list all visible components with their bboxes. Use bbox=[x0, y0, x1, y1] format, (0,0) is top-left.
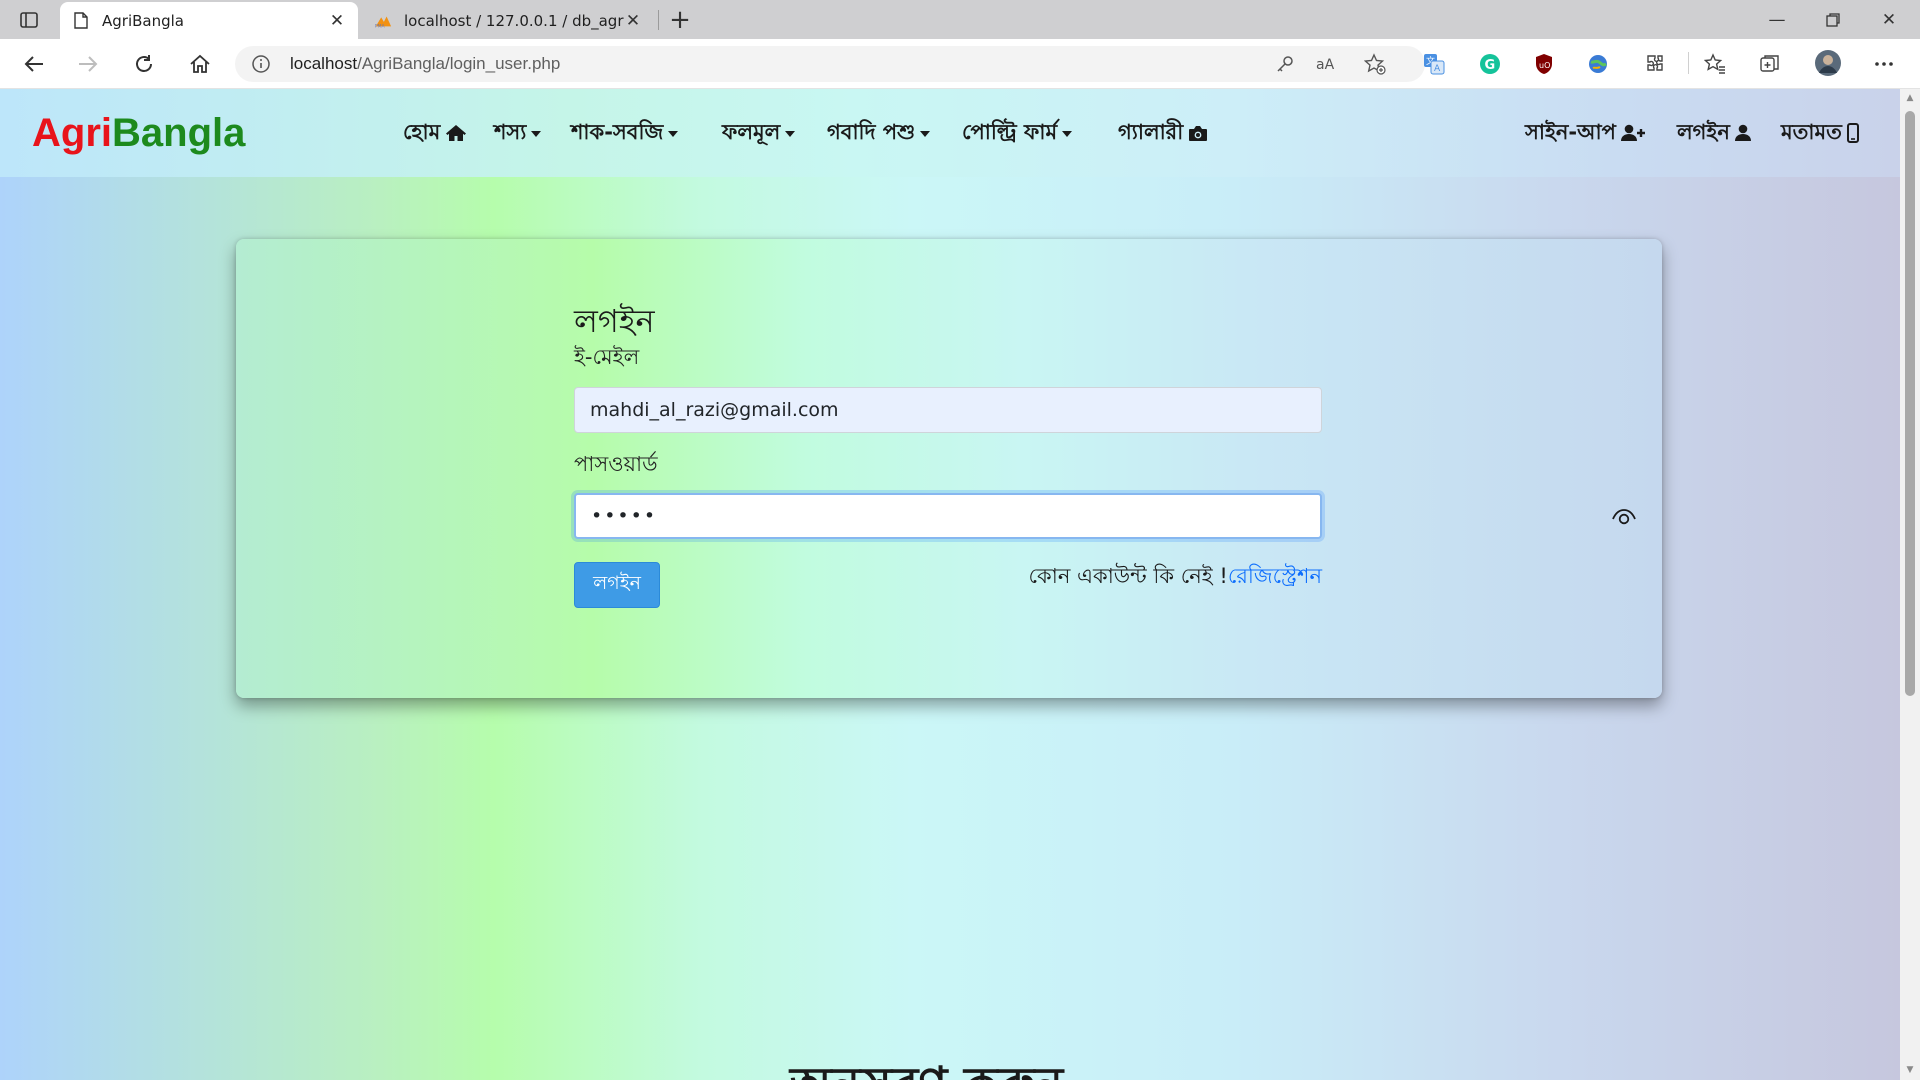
login-card: লগইন ই-মেইল mahdi_al_razi@gmail.com পাসও… bbox=[236, 239, 1662, 698]
svg-text:aA: aA bbox=[1316, 57, 1335, 73]
grammarly-icon[interactable]: G bbox=[1478, 52, 1502, 76]
password-value: ••••• bbox=[591, 505, 658, 527]
chevron-down-icon bbox=[920, 131, 931, 137]
translator-extension-icon[interactable]: 文A bbox=[1422, 52, 1446, 76]
email-value: mahdi_al_razi@gmail.com bbox=[590, 399, 839, 421]
restore-icon[interactable] bbox=[1806, 0, 1860, 39]
browser-tab-agribangla[interactable]: AgriBangla ✕ bbox=[60, 2, 358, 39]
nav-fruits[interactable]: ফলমূল bbox=[722, 117, 796, 149]
page-scrollbar[interactable]: ▲ ▼ bbox=[1900, 89, 1920, 1080]
close-tab-icon[interactable]: ✕ bbox=[328, 11, 346, 31]
login-submit-button[interactable]: লগইন bbox=[574, 562, 660, 608]
nav-feedback-label: মতামত bbox=[1781, 119, 1842, 144]
nav-poultry[interactable]: পোল্ট্রি ফার্ম bbox=[962, 117, 1073, 149]
chevron-down-icon bbox=[785, 131, 796, 137]
read-aloud-icon[interactable]: aA bbox=[1315, 52, 1339, 76]
close-tab-icon[interactable]: ✕ bbox=[624, 11, 642, 31]
eye-icon[interactable] bbox=[1611, 507, 1637, 527]
nav-login[interactable]: লগইন bbox=[1677, 117, 1751, 149]
svg-text:A: A bbox=[1434, 64, 1441, 74]
add-favorite-icon[interactable] bbox=[1363, 52, 1387, 76]
nav-vegetables[interactable]: শাক-সবজি bbox=[571, 117, 679, 149]
close-window-icon[interactable]: ✕ bbox=[1862, 0, 1916, 39]
browser-tab-phpmyadmin[interactable]: PMA localhost / 127.0.0.1 / db_agribar ✕ bbox=[362, 2, 654, 39]
phpmyadmin-icon: PMA bbox=[374, 12, 392, 30]
address-bar[interactable]: localhost/AgriBangla/login_user.php aA bbox=[235, 46, 1425, 82]
nav-gallery-label: গ্যালারী bbox=[1118, 119, 1184, 144]
tab-title: AgriBangla bbox=[102, 11, 184, 30]
home-icon bbox=[445, 124, 467, 142]
camera-icon bbox=[1188, 125, 1208, 142]
browser-tab-bar: AgriBangla ✕ PMA localhost / 127.0.0.1 /… bbox=[0, 0, 1920, 39]
svg-text:uO: uO bbox=[1539, 61, 1550, 70]
follow-us-heading: অনুসরণ করুন bbox=[790, 1049, 1063, 1080]
refresh-icon[interactable] bbox=[128, 48, 160, 80]
email-label: ই-মেইল bbox=[574, 345, 640, 369]
nav-vegetables-label: শাক-সবজি bbox=[571, 119, 664, 144]
scroll-up-icon[interactable]: ▲ bbox=[1905, 93, 1915, 103]
back-icon[interactable] bbox=[18, 48, 50, 80]
nav-signup[interactable]: সাইন-আপ bbox=[1525, 117, 1647, 149]
nav-signup-label: সাইন-আপ bbox=[1525, 119, 1616, 144]
chevron-down-icon bbox=[668, 131, 679, 137]
chevron-down-icon bbox=[1062, 131, 1073, 137]
site-navbar: AgriBangla হোম শস্য শাক-সবজি ফলমূল গবাদি… bbox=[0, 89, 1900, 177]
nav-crops-label: শস্য bbox=[494, 119, 527, 144]
nav-poultry-label: পোল্ট্রি ফার্ম bbox=[962, 119, 1058, 144]
nav-livestock[interactable]: গবাদি পশু bbox=[827, 117, 931, 149]
register-prompt: কোন একাউন্ট কি নেই !রেজিস্ট্রেশন bbox=[1029, 560, 1322, 595]
favorites-icon[interactable] bbox=[1703, 52, 1727, 76]
svg-text:PMA: PMA bbox=[375, 23, 386, 29]
nav-livestock-label: গবাদি পশু bbox=[827, 119, 916, 144]
tab-actions-icon[interactable] bbox=[16, 8, 42, 32]
nav-fruits-label: ফলমূল bbox=[722, 119, 781, 144]
page-viewport: AgriBangla হোম শস্য শাক-সবজি ফলমূল গবাদি… bbox=[0, 89, 1900, 1080]
password-field[interactable]: ••••• bbox=[574, 493, 1636, 539]
no-account-text: কোন একাউন্ট কি নেই ! bbox=[1028, 564, 1228, 588]
nav-gallery[interactable]: গ্যালারী bbox=[1118, 117, 1208, 149]
email-field[interactable]: mahdi_al_razi@gmail.com bbox=[574, 387, 1322, 433]
home-browser-icon[interactable] bbox=[184, 48, 216, 80]
profile-avatar[interactable] bbox=[1814, 49, 1842, 77]
new-tab-icon[interactable]: + bbox=[666, 5, 694, 35]
globe-extension-icon[interactable] bbox=[1586, 52, 1610, 76]
scroll-down-icon[interactable]: ▼ bbox=[1905, 1065, 1915, 1075]
more-options-icon[interactable] bbox=[1872, 52, 1896, 76]
user-icon bbox=[1734, 124, 1751, 142]
chevron-down-icon bbox=[531, 131, 542, 137]
mobile-icon bbox=[1846, 123, 1859, 143]
url-text[interactable]: localhost/AgriBangla/login_user.php bbox=[290, 54, 560, 74]
brand-logo[interactable]: AgriBangla bbox=[32, 111, 245, 156]
page-icon bbox=[72, 12, 90, 30]
toolbar-divider bbox=[1688, 52, 1689, 74]
nav-login-label: লগইন bbox=[1677, 119, 1730, 144]
info-icon[interactable] bbox=[251, 54, 271, 74]
nav-feedback[interactable]: মতামত bbox=[1781, 117, 1859, 149]
minimize-icon[interactable]: — bbox=[1750, 0, 1804, 39]
scrollbar-thumb[interactable] bbox=[1905, 111, 1915, 696]
tab-divider bbox=[658, 10, 659, 30]
nav-home-label: হোম bbox=[403, 119, 441, 144]
user-plus-icon bbox=[1620, 124, 1647, 142]
key-icon[interactable] bbox=[1273, 52, 1297, 76]
svg-text:G: G bbox=[1485, 58, 1496, 73]
nav-crops[interactable]: শস্য bbox=[494, 117, 542, 149]
extensions-icon[interactable] bbox=[1642, 52, 1666, 76]
register-link[interactable]: রেজিস্ট্রেশন bbox=[1228, 564, 1322, 588]
password-label: পাসওয়ার্ড bbox=[574, 452, 658, 476]
collections-icon[interactable] bbox=[1758, 52, 1782, 76]
tab-title: localhost / 127.0.0.1 / db_agribar bbox=[404, 11, 624, 30]
browser-toolbar: localhost/AgriBangla/login_user.php aA 文… bbox=[0, 39, 1920, 89]
forward-icon[interactable] bbox=[72, 48, 104, 80]
ublock-icon[interactable]: uO bbox=[1532, 52, 1556, 76]
nav-home[interactable]: হোম bbox=[403, 117, 467, 149]
